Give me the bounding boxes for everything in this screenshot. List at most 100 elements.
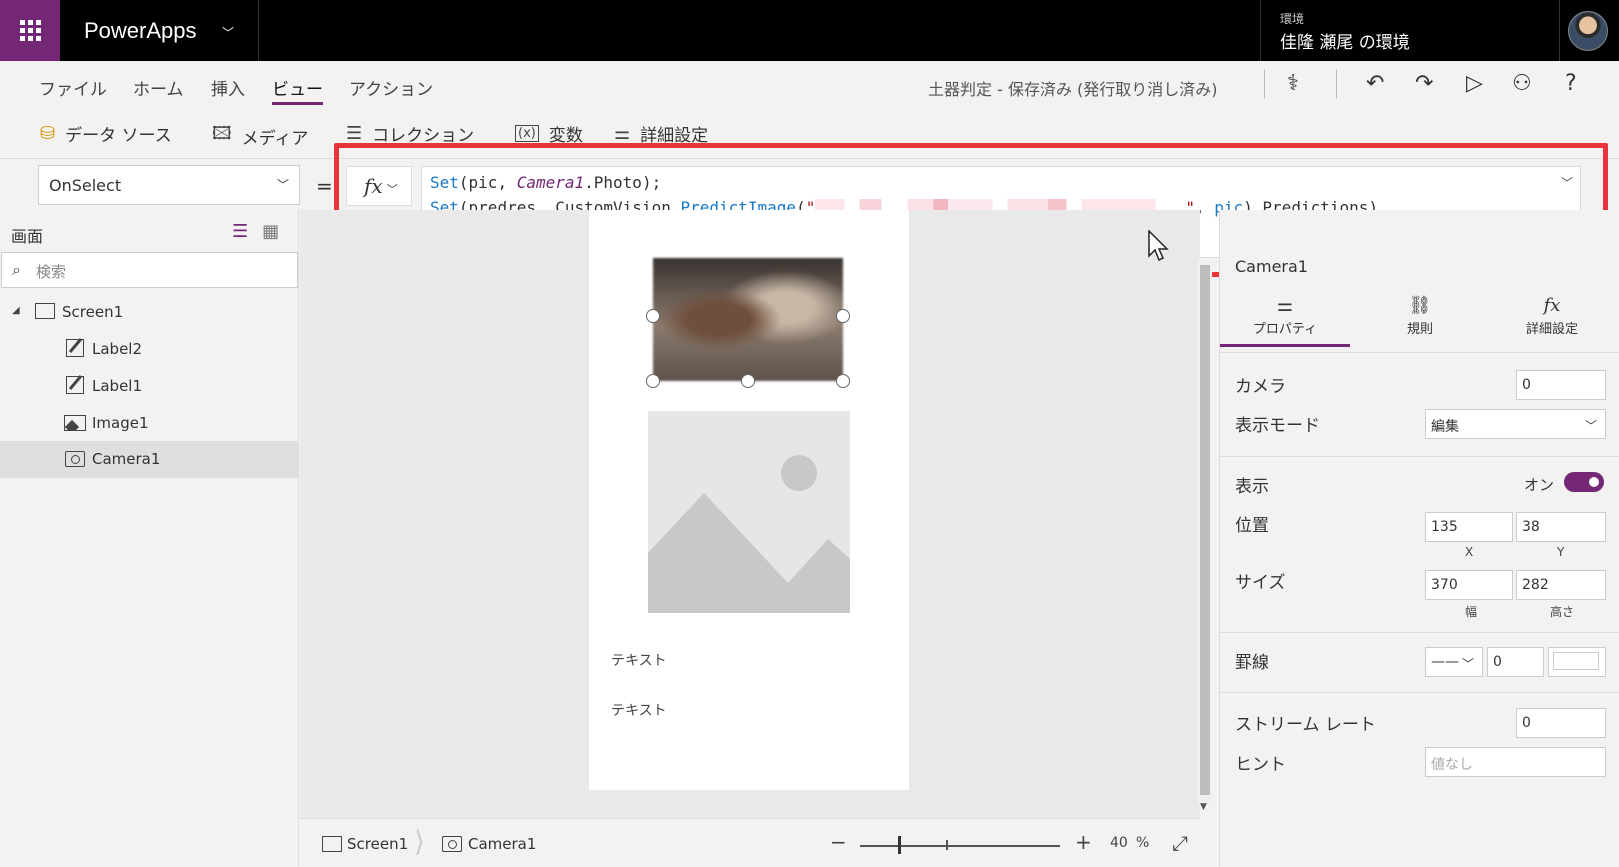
- property-dropdown[interactable]: OnSelect ﹀: [38, 165, 300, 205]
- divider: [1559, 0, 1560, 61]
- fx-icon: fx: [1543, 295, 1561, 316]
- menu-view[interactable]: ビュー: [272, 75, 323, 105]
- settings-sliders-icon: ⚌: [614, 123, 631, 144]
- menu-insert[interactable]: 挿入: [211, 75, 245, 100]
- app-name[interactable]: PowerApps: [84, 18, 197, 44]
- border-style-value: ——: [1431, 654, 1459, 670]
- visible-toggle[interactable]: [1564, 472, 1604, 492]
- share-user-icon[interactable]: ⚇: [1512, 71, 1532, 96]
- resize-handle[interactable]: [836, 374, 850, 388]
- environment-name[interactable]: 佳隆 瀬尾 の環境: [1280, 28, 1410, 53]
- help-icon[interactable]: ?: [1565, 71, 1577, 96]
- selected-control-name: Camera1: [1235, 257, 1308, 276]
- scroll-down-arrow-icon[interactable]: ▼: [1200, 802, 1207, 812]
- design-canvas[interactable]: テキスト テキスト ▼: [300, 210, 1212, 818]
- tree-item-label1[interactable]: Label1: [0, 368, 298, 405]
- variables-label: 変数: [548, 126, 583, 146]
- fit-to-window-icon[interactable]: ⤢: [1172, 831, 1188, 855]
- border-color-swatch: [1553, 652, 1599, 670]
- tree-list-icon[interactable]: ☰: [232, 221, 248, 242]
- display-mode-value: 編集: [1431, 419, 1459, 435]
- variable-icon: (x): [515, 125, 539, 142]
- width-caption: 幅: [1465, 605, 1478, 619]
- chevron-down-icon[interactable]: ﹀: [222, 24, 234, 41]
- resize-handle[interactable]: [646, 374, 660, 388]
- menu-file[interactable]: ファイル: [39, 75, 107, 100]
- undo-icon[interactable]: ↶: [1366, 71, 1384, 96]
- divider: [1260, 0, 1261, 61]
- zoom-slider-thumb[interactable]: [898, 836, 901, 854]
- tree-item-label2[interactable]: Label2: [0, 331, 298, 368]
- display-mode-dropdown[interactable]: 編集 ﹀: [1425, 409, 1606, 439]
- resize-handle[interactable]: [741, 374, 755, 388]
- chevron-down-icon: ﹀: [276, 178, 289, 192]
- size-label: サイズ: [1235, 573, 1286, 593]
- stream-rate-input[interactable]: 0: [1516, 708, 1606, 738]
- divider: [1336, 69, 1337, 99]
- zoom-slider[interactable]: [860, 845, 1060, 847]
- database-icon: ⛁: [40, 123, 56, 144]
- tree-view-panel: 画面 ☰ ▦ ⌕ 検索 ◢ Screen1 Label2 Label1 Image…: [0, 210, 299, 867]
- canvas-scrollbar-thumb[interactable]: [1200, 265, 1210, 795]
- divider: [1220, 352, 1619, 353]
- expand-formula-icon[interactable]: ﹀: [1561, 174, 1573, 191]
- tab-advanced[interactable]: fx 詳細設定: [1487, 295, 1617, 347]
- label-control-1[interactable]: テキスト: [611, 700, 667, 720]
- variables-button[interactable]: (x) 変数: [515, 121, 583, 146]
- divider: [1264, 69, 1265, 99]
- resize-handle[interactable]: [646, 309, 660, 323]
- breadcrumb-control[interactable]: Camera1: [468, 835, 536, 853]
- menu-home[interactable]: ホーム: [133, 75, 184, 100]
- tree-item-screen1[interactable]: ◢ Screen1: [0, 294, 298, 331]
- y-caption: Y: [1557, 545, 1565, 559]
- zoom-in-button[interactable]: +: [1075, 830, 1092, 854]
- advanced-settings-button[interactable]: ⚌ 詳細設定: [614, 121, 708, 146]
- screen-canvas[interactable]: テキスト テキスト: [589, 210, 909, 790]
- tree-search-input[interactable]: ⌕ 検索: [1, 252, 298, 288]
- play-icon[interactable]: ▷: [1466, 71, 1483, 96]
- width-input[interactable]: 370: [1425, 570, 1513, 600]
- border-color-picker[interactable]: [1548, 647, 1606, 677]
- x-caption: X: [1465, 545, 1474, 559]
- tree-item-camera1[interactable]: Camera1: [0, 441, 298, 478]
- x-input[interactable]: 135: [1425, 512, 1513, 542]
- tab-rules[interactable]: ⛓ 規則: [1355, 295, 1485, 347]
- chevron-down-icon: ﹀: [1584, 419, 1597, 433]
- border-style-dropdown[interactable]: —— ﹀: [1425, 647, 1483, 677]
- formula-text: .Photo);: [584, 173, 662, 192]
- tab-properties[interactable]: ⚌ プロパティ: [1220, 295, 1350, 347]
- menu-action[interactable]: アクション: [349, 75, 433, 100]
- camera-label: カメラ: [1235, 377, 1286, 397]
- collections-button[interactable]: ☰ コレクション: [346, 121, 474, 146]
- image-icon: [64, 415, 86, 431]
- rules-icon: ⛓: [1408, 295, 1432, 316]
- zoom-out-button[interactable]: −: [830, 830, 847, 854]
- camera-control[interactable]: [653, 258, 843, 381]
- app-checker-icon[interactable]: ⚕: [1287, 71, 1299, 96]
- fx-button[interactable]: fx ﹀: [346, 166, 412, 206]
- tree-item-image1[interactable]: Image1: [0, 405, 298, 442]
- hint-input[interactable]: 値なし: [1425, 747, 1606, 777]
- status-bar: Screen1 ⟩ Camera1 − + 40 % ⤢: [300, 818, 1200, 867]
- image-control[interactable]: [648, 411, 850, 613]
- camera-input[interactable]: 0: [1516, 370, 1606, 400]
- media-button[interactable]: 🖾 メディア: [212, 121, 308, 151]
- label-control-2[interactable]: テキスト: [611, 650, 667, 670]
- screen-icon: [35, 303, 55, 319]
- label-icon: [66, 339, 84, 357]
- tab-label: 規則: [1406, 322, 1433, 337]
- redo-icon[interactable]: ↷: [1415, 71, 1433, 96]
- app-launcher-button[interactable]: [0, 0, 60, 61]
- height-input[interactable]: 282: [1516, 570, 1606, 600]
- y-input[interactable]: 38: [1516, 512, 1606, 542]
- menu-bar: ファイル ホーム 挿入 ビュー アクション 土器判定 - 保存済み (発行取り消…: [0, 61, 1619, 107]
- border-label: 罫線: [1235, 653, 1269, 673]
- breadcrumb-screen[interactable]: Screen1: [347, 835, 408, 853]
- resize-handle[interactable]: [836, 309, 850, 323]
- avatar[interactable]: [1568, 11, 1608, 51]
- tree-grid-icon[interactable]: ▦: [262, 221, 279, 242]
- border-width-input[interactable]: 0: [1487, 647, 1544, 677]
- collapse-caret-icon[interactable]: ◢: [12, 305, 20, 316]
- data-sources-button[interactable]: ⛁ データ ソース: [40, 121, 172, 146]
- environment-label: 環境: [1280, 12, 1305, 26]
